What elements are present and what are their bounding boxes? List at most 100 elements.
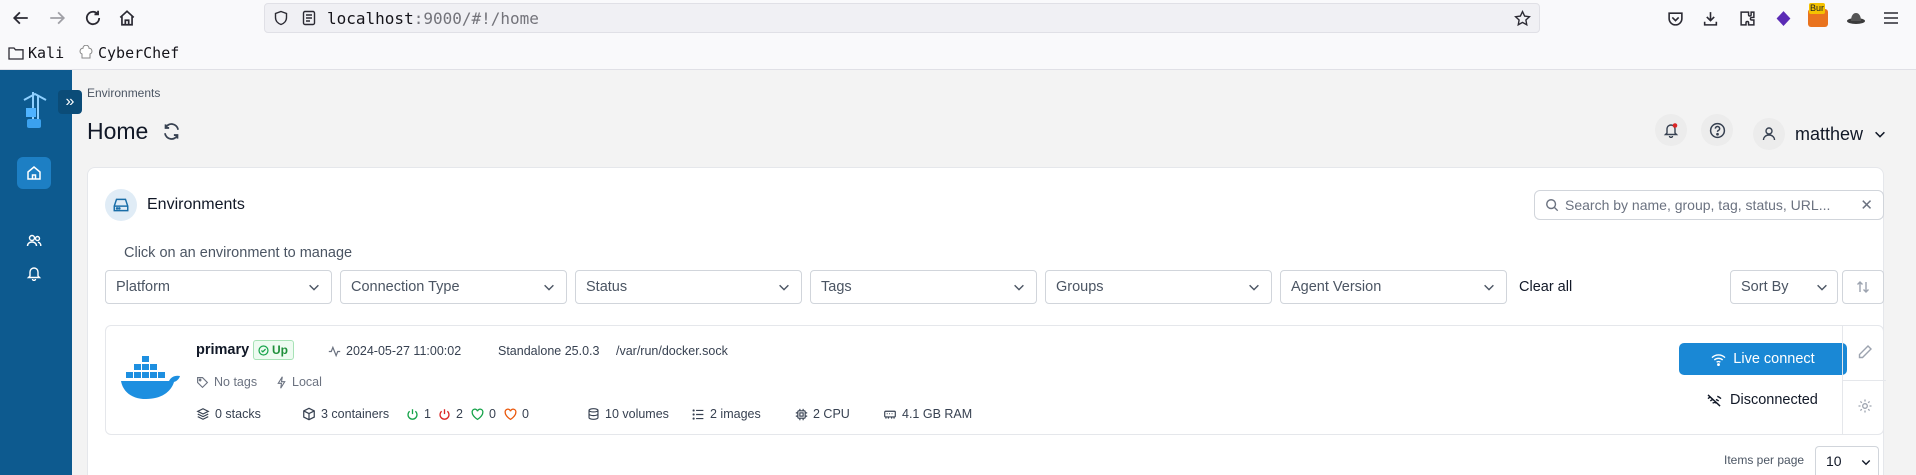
activity-icon <box>328 345 341 357</box>
shield-icon[interactable] <box>273 10 289 26</box>
environment-name[interactable]: primary <box>196 342 249 358</box>
connection-status: Disconnected <box>1707 392 1818 408</box>
items-per-page-select[interactable]: 10 <box>1815 446 1879 475</box>
cpu-icon <box>795 408 808 420</box>
filter-platform[interactable]: Platform <box>105 270 332 304</box>
environment-item-primary[interactable]: primary Up 2024-05-27 11:00:02 Standalon… <box>105 325 1886 435</box>
bookmark-kali[interactable]: Kali <box>8 44 64 62</box>
home-icon[interactable] <box>114 5 140 31</box>
chef-hat-icon <box>79 45 93 59</box>
chevron-down-icon <box>1014 284 1024 291</box>
chevron-down-icon <box>1875 131 1885 138</box>
download-icon[interactable] <box>1700 8 1720 28</box>
live-connect-button[interactable]: Live connect <box>1679 343 1847 375</box>
filter-tags[interactable]: Tags <box>810 270 1037 304</box>
notifications-button[interactable] <box>1655 114 1687 146</box>
bookmarks-bar: Kali CyberChef <box>0 36 1916 70</box>
volumes-count: 10 volumes <box>587 407 669 421</box>
chevron-down-icon <box>1817 284 1827 291</box>
layers-icon <box>196 408 210 420</box>
status-badge: Up <box>253 340 294 360</box>
extensions-icon[interactable] <box>1737 8 1757 28</box>
tag-icon <box>197 376 209 388</box>
wifi-off-icon <box>1707 393 1722 407</box>
heart-icon <box>471 408 484 420</box>
reload-icon[interactable] <box>80 5 106 31</box>
help-button[interactable] <box>1701 114 1733 146</box>
chevron-down-icon <box>1249 284 1259 291</box>
sidebar-item-users[interactable] <box>24 231 44 251</box>
filter-groups[interactable]: Groups <box>1045 270 1272 304</box>
chevron-down-icon <box>779 284 789 291</box>
search-input[interactable]: Search by name, group, tag, status, URL.… <box>1534 190 1884 220</box>
clear-all-button[interactable]: Clear all <box>1519 279 1572 295</box>
help-icon <box>1709 122 1725 138</box>
filter-connection-type[interactable]: Connection Type <box>340 270 567 304</box>
hat-extension-icon[interactable] <box>1846 8 1866 28</box>
home-icon <box>27 166 41 180</box>
chevron-down-icon <box>1484 284 1494 291</box>
containers-count: 3 containers <box>302 407 389 421</box>
user-icon <box>1762 127 1776 141</box>
bookmark-cyberchef[interactable]: CyberChef <box>78 44 179 62</box>
memory-icon <box>884 410 896 419</box>
stacks-count: 0 stacks <box>196 407 261 421</box>
environment-location: Local <box>276 375 322 389</box>
environment-actions <box>1842 326 1886 434</box>
database-icon <box>588 408 599 420</box>
sidebar-item-home[interactable] <box>17 157 51 189</box>
star-icon[interactable] <box>1514 10 1531 27</box>
url-text: localhost:9000/#!/home <box>327 9 539 28</box>
images-count: 2 images <box>692 407 761 421</box>
menu-icon[interactable] <box>1881 8 1901 28</box>
breadcrumb[interactable]: Environments <box>87 86 160 100</box>
panel-title: Environments <box>147 196 245 213</box>
ram-amount: 4.1 GB RAM <box>883 407 972 421</box>
burp-icon[interactable]: Bur <box>1808 3 1828 28</box>
stopped-containers: 2 <box>438 407 463 421</box>
back-icon[interactable] <box>8 5 34 31</box>
filter-agent-version[interactable]: Agent Version <box>1280 270 1507 304</box>
page-info-icon[interactable] <box>301 10 317 26</box>
search-placeholder: Search by name, group, tag, status, URL.… <box>1565 197 1831 213</box>
user-menu[interactable]: matthew <box>1753 118 1887 150</box>
chevron-down-icon <box>309 284 319 291</box>
avatar <box>1753 118 1785 150</box>
clear-search-icon[interactable]: ✕ <box>1860 196 1873 214</box>
folder-icon <box>8 47 24 60</box>
sort-arrows-icon <box>1857 281 1869 293</box>
refresh-icon[interactable] <box>162 122 181 141</box>
sort-by-select[interactable]: Sort By <box>1730 270 1838 304</box>
sidebar-item-notifications[interactable] <box>24 263 44 283</box>
sort-direction-button[interactable] <box>1842 270 1884 304</box>
forward-icon[interactable] <box>44 5 70 31</box>
wifi-icon <box>1711 353 1726 366</box>
gear-icon <box>1858 399 1872 413</box>
items-per-page-label: Items per page <box>1724 453 1805 467</box>
pencil-icon <box>1858 345 1872 359</box>
filter-status[interactable]: Status <box>575 270 802 304</box>
power-off-icon <box>439 408 450 420</box>
search-icon <box>1546 199 1559 212</box>
panel-hint: Click on an environment to manage <box>124 245 353 261</box>
server-icon <box>113 198 129 212</box>
url-bar[interactable]: localhost:9000/#!/home <box>264 3 1540 33</box>
chevron-down-icon <box>544 284 554 291</box>
cpu-count: 2 CPU <box>795 407 850 421</box>
page-title: Home <box>87 118 149 144</box>
docker-logo-icon <box>121 356 180 399</box>
pocket-icon[interactable] <box>1665 8 1685 28</box>
portainer-logo[interactable] <box>20 90 50 135</box>
bell-icon <box>26 267 42 281</box>
sidebar-expand-button[interactable]: » <box>58 90 82 114</box>
browser-toolbar: localhost:9000/#!/home Bur <box>0 0 1916 36</box>
environments-panel: Environments Search by name, group, tag,… <box>87 167 1886 475</box>
extension-purple-icon[interactable] <box>1773 8 1793 28</box>
environment-url: /var/run/docker.sock <box>616 344 728 358</box>
bell-icon <box>1663 123 1679 138</box>
environments-panel-icon <box>105 189 137 221</box>
edit-environment-button[interactable] <box>1856 343 1874 361</box>
list-icon <box>692 408 704 420</box>
environment-settings-button[interactable] <box>1856 397 1874 415</box>
users-icon <box>26 234 42 247</box>
